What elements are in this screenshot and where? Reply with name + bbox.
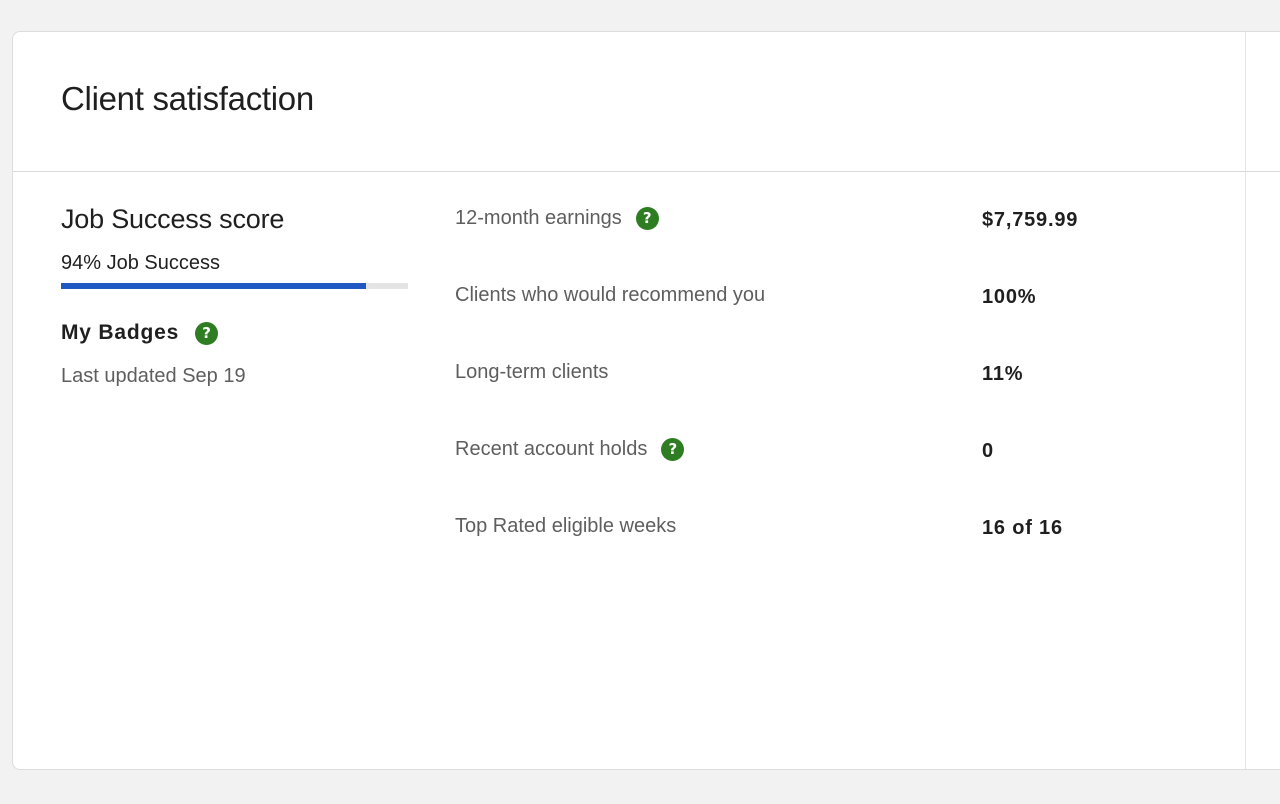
stat-value: 100%: [982, 286, 1037, 308]
client-satisfaction-card: Client satisfaction Job Success score 94…: [12, 31, 1280, 770]
question-mark-icon[interactable]: ?: [195, 321, 219, 345]
badges-title: My Badges: [61, 321, 180, 344]
vertical-divider: [1245, 32, 1246, 769]
stat-value: 11%: [982, 363, 1024, 385]
stats-list: 12-month earnings ? $7,759.99 Clients wh…: [455, 203, 1135, 588]
card-title: Client satisfaction: [61, 80, 314, 117]
stat-row-recommend: Clients who would recommend you 100%: [455, 280, 1135, 357]
stat-label-text: Clients who would recommend you: [455, 284, 766, 306]
job-success-value: 94% Job Success: [61, 252, 220, 274]
stat-label-text: Long-term clients: [455, 361, 609, 383]
stat-label: Clients who would recommend you: [455, 284, 765, 307]
stat-label: Long-term clients: [455, 361, 608, 384]
stat-value: $7,759.99: [982, 209, 1079, 231]
question-mark-icon[interactable]: ?: [635, 207, 659, 230]
question-mark-icon[interactable]: ?: [661, 438, 685, 461]
stat-value: 16 of 16: [982, 517, 1063, 539]
stat-label-text: 12-month earnings: [455, 207, 622, 229]
job-success-progress-fill: [61, 283, 367, 289]
job-success-section: Job Success score 94% Job Success My Bad…: [61, 204, 409, 388]
stat-value: 0: [982, 440, 994, 462]
stat-label-text: Recent account holds: [455, 438, 648, 460]
stat-row-account-holds: Recent account holds ? 0: [455, 434, 1135, 511]
stat-label-text: Top Rated eligible weeks: [455, 515, 677, 537]
badges-last-updated: Last updated Sep 19: [61, 365, 246, 387]
stat-row-earnings: 12-month earnings ? $7,759.99: [455, 203, 1135, 280]
badges-row: My Badges ?: [61, 321, 409, 345]
card-header: Client satisfaction: [13, 32, 1280, 172]
stat-row-long-term-clients: Long-term clients 11%: [455, 357, 1135, 434]
job-success-title: Job Success score: [61, 204, 285, 234]
stat-row-top-rated-weeks: Top Rated eligible weeks 16 of 16: [455, 511, 1135, 588]
stat-label: Top Rated eligible weeks: [455, 515, 676, 538]
stat-label: 12-month earnings ?: [455, 207, 659, 230]
job-success-progress-bar: [61, 283, 408, 289]
stat-label: Recent account holds ?: [455, 438, 685, 461]
